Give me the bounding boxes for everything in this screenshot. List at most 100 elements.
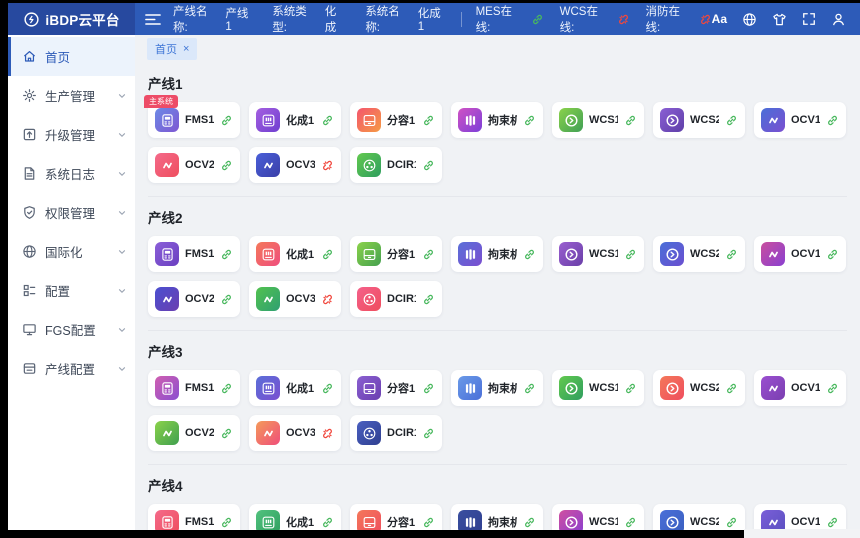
device-card-huacheng1[interactable]: 化成1 (249, 504, 341, 530)
link-online-icon[interactable] (422, 293, 435, 306)
font-size-icon[interactable]: Aa (712, 12, 727, 26)
user-icon[interactable] (831, 12, 846, 27)
link-online-icon[interactable] (422, 248, 435, 261)
device-card-ocv2[interactable]: OCV2 (148, 147, 240, 183)
device-card-ocv2[interactable]: OCV2 (148, 415, 240, 451)
link-broken-icon[interactable] (321, 159, 334, 172)
device-card-fms1[interactable]: FMS1 (148, 370, 240, 406)
link-online-icon[interactable] (321, 248, 334, 261)
device-card-wcs2[interactable]: WCS2 (653, 102, 745, 138)
link-online-icon[interactable] (624, 382, 637, 395)
language-globe-icon[interactable] (742, 12, 757, 27)
brand-logo-icon (23, 11, 40, 28)
link-online-icon[interactable] (321, 516, 334, 529)
device-card-wcs1[interactable]: WCS1 (552, 370, 644, 406)
device-card-wcs2[interactable]: WCS2 (653, 236, 745, 272)
link-broken-icon[interactable] (321, 427, 334, 440)
link-online-icon[interactable] (422, 382, 435, 395)
device-card-fenrong1[interactable]: 分容1 (350, 504, 442, 530)
device-card-ocv3[interactable]: OCV3 (249, 281, 341, 317)
device-card-jushuji[interactable]: 拘束机 (451, 504, 543, 530)
device-card-ocv1[interactable]: OCV1 (754, 370, 846, 406)
link-online-icon[interactable] (826, 516, 839, 529)
link-online-icon[interactable] (624, 114, 637, 127)
link-online-icon[interactable] (725, 382, 738, 395)
link-online-icon[interactable] (422, 427, 435, 440)
link-online-icon[interactable] (321, 114, 334, 127)
link-online-icon[interactable] (220, 516, 233, 529)
device-card-fms1[interactable]: 主系统FMS1 (148, 102, 240, 138)
device-card-dcir1[interactable]: DCIR1 (350, 147, 442, 183)
link-online-icon[interactable] (523, 516, 536, 529)
link-online-icon[interactable] (220, 382, 233, 395)
link-online-icon[interactable] (523, 382, 536, 395)
sidebar-item-permission[interactable]: 权限管理 (8, 193, 135, 232)
device-card-dcir1[interactable]: DCIR1 (350, 281, 442, 317)
close-icon[interactable]: × (183, 44, 189, 55)
device-card-jushuji[interactable]: 拘束机 (451, 370, 543, 406)
card-label: 拘束机 (488, 514, 517, 530)
fullscreen-icon[interactable] (802, 12, 816, 26)
device-card-ocv2[interactable]: OCV2 (148, 281, 240, 317)
device-card-fenrong1[interactable]: 分容1 (350, 370, 442, 406)
tab-home[interactable]: 首页× (147, 38, 197, 60)
device-card-ocv3[interactable]: OCV3 (249, 415, 341, 451)
device-card-huacheng1[interactable]: 化成1 (249, 236, 341, 272)
link-online-icon[interactable] (826, 248, 839, 261)
link-online-icon[interactable] (826, 114, 839, 127)
sidebar-item-syslog[interactable]: 系统日志 (8, 154, 135, 193)
link-online-icon[interactable] (220, 293, 233, 306)
link-online-icon[interactable] (220, 114, 233, 127)
device-card-huacheng1[interactable]: 化成1 (249, 370, 341, 406)
link-online-icon[interactable] (725, 516, 738, 529)
device-card-huacheng1[interactable]: 化成1 (249, 102, 341, 138)
theme-skin-icon[interactable] (772, 12, 787, 27)
link-online-icon[interactable] (321, 382, 334, 395)
device-card-ocv3[interactable]: OCV3 (249, 147, 341, 183)
link-online-icon[interactable] (826, 382, 839, 395)
link-broken-icon[interactable] (321, 293, 334, 306)
device-card-jushuji[interactable]: 拘束机 (451, 236, 543, 272)
device-card-wcs1[interactable]: WCS1 (552, 102, 644, 138)
link-broken-icon (617, 13, 630, 26)
sidebar-item-i18n[interactable]: 国际化 (8, 232, 135, 271)
device-card-wcs2[interactable]: WCS2 (653, 504, 745, 530)
device-card-ocv1[interactable]: OCV1 (754, 504, 846, 530)
sidebar-item-config[interactable]: 配置 (8, 271, 135, 310)
sidebar-item-production[interactable]: 生产管理 (8, 76, 135, 115)
device-card-dcir1[interactable]: DCIR1 (350, 415, 442, 451)
card-label: WCS2 (690, 516, 719, 528)
link-online-icon[interactable] (220, 248, 233, 261)
card-label: OCV3 (286, 159, 315, 171)
sidebar-collapse-icon[interactable] (145, 13, 161, 26)
device-card-ocv1[interactable]: OCV1 (754, 236, 846, 272)
sidebar-item-upgrade[interactable]: 升级管理 (8, 115, 135, 154)
link-online-icon[interactable] (220, 159, 233, 172)
device-card-fenrong1[interactable]: 分容1 (350, 236, 442, 272)
device-card-jushuji[interactable]: 拘束机 (451, 102, 543, 138)
device-card-fms1[interactable]: FMS1 (148, 504, 240, 530)
sidebar-item-label: 系统日志 (45, 164, 109, 183)
sidebar-item-line-config[interactable]: 产线配置 (8, 349, 135, 388)
device-card-fms1[interactable]: FMS1 (148, 236, 240, 272)
link-online-icon[interactable] (725, 248, 738, 261)
link-online-icon[interactable] (523, 248, 536, 261)
device-card-wcs1[interactable]: WCS1 (552, 236, 644, 272)
machine-icon (256, 108, 280, 132)
link-online-icon[interactable] (624, 516, 637, 529)
link-online-icon[interactable] (725, 114, 738, 127)
sidebar-item-home[interactable]: 首页 (8, 37, 135, 76)
link-online-icon[interactable] (624, 248, 637, 261)
link-online-icon[interactable] (220, 427, 233, 440)
device-card-fenrong1[interactable]: 分容1 (350, 102, 442, 138)
link-online-icon[interactable] (523, 114, 536, 127)
info-value: 化成 (325, 3, 348, 35)
card-label: 化成1 (286, 112, 315, 128)
device-card-wcs1[interactable]: WCS1 (552, 504, 644, 530)
link-online-icon[interactable] (422, 114, 435, 127)
link-online-icon[interactable] (422, 516, 435, 529)
device-card-wcs2[interactable]: WCS2 (653, 370, 745, 406)
sidebar-item-fgs-config[interactable]: FGS配置 (8, 310, 135, 349)
device-card-ocv1[interactable]: OCV1 (754, 102, 846, 138)
link-online-icon[interactable] (422, 159, 435, 172)
